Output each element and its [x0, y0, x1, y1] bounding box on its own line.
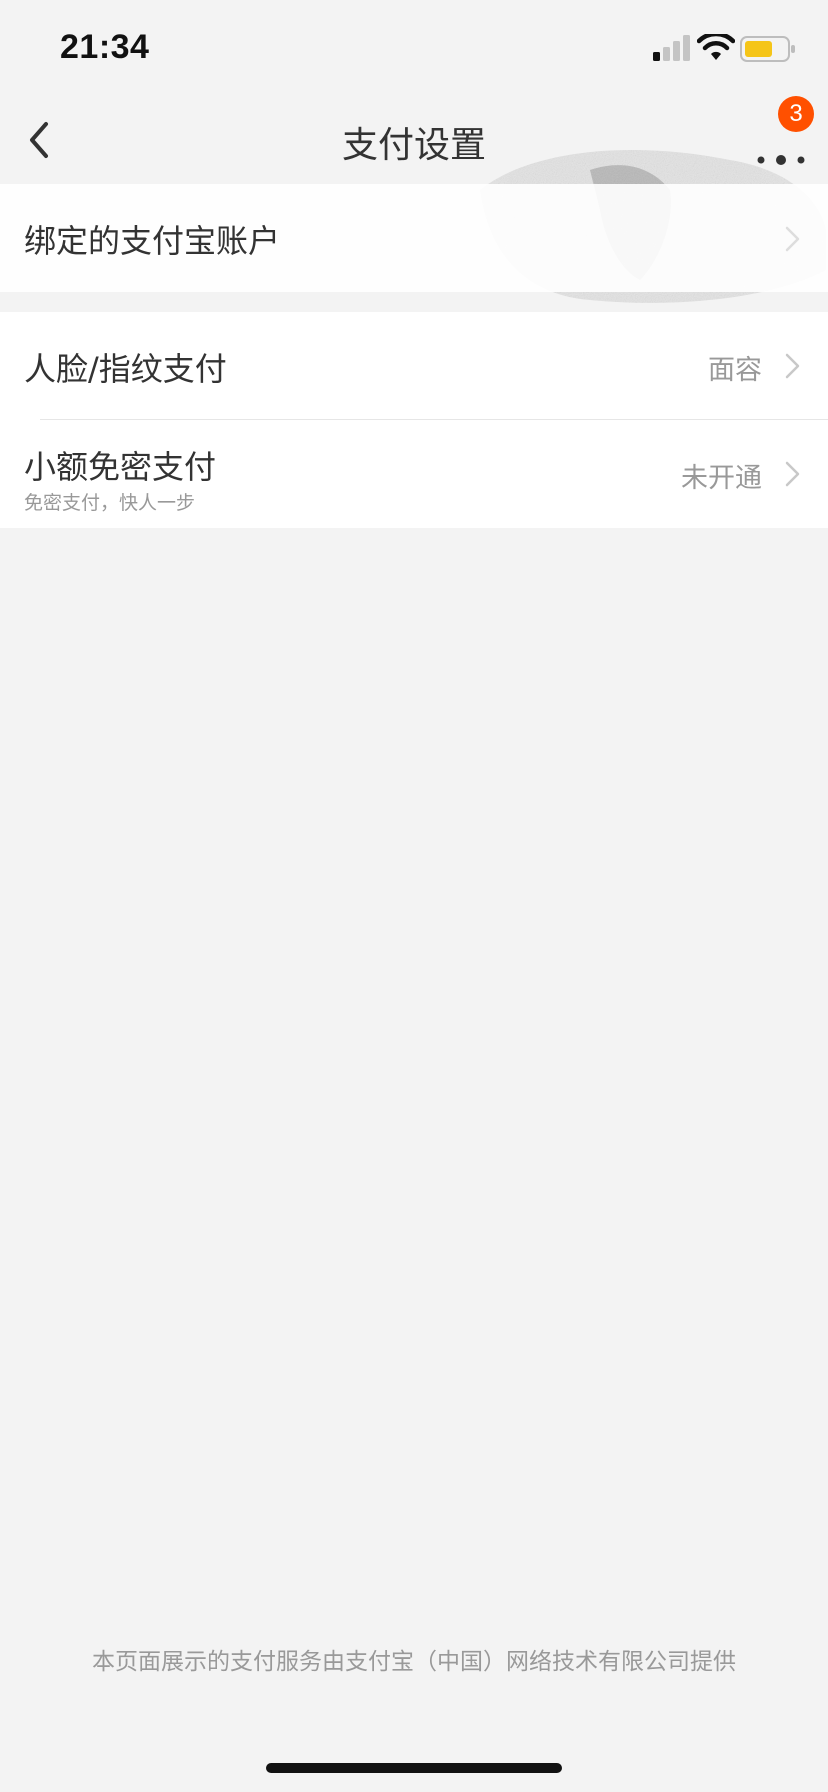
- page-title: 支付设置: [341, 125, 486, 166]
- small-amount-label: 小额免密支付: [24, 448, 217, 486]
- chevron-right-icon: [785, 226, 800, 252]
- account-card: 绑定的支付宝账户: [0, 184, 828, 292]
- small-amount-value: 未开通: [681, 463, 762, 494]
- service-provider-note: 本页面展示的支付服务由支付宝（中国）网络技术有限公司提供: [92, 1649, 736, 1675]
- face-fingerprint-value: 面容: [708, 355, 762, 386]
- chevron-right-icon: [785, 461, 800, 487]
- small-amount-sublabel: 免密支付，快人一步: [24, 492, 196, 514]
- chevron-right-icon: [785, 353, 800, 379]
- navigation-bar: 支付设置: [0, 100, 828, 184]
- status-bar: 21:34: [0, 0, 828, 100]
- notification-badge: 3: [778, 96, 814, 132]
- bound-alipay-account-row[interactable]: 绑定的支付宝账户: [0, 184, 828, 292]
- face-fingerprint-label: 人脸/指纹支付: [24, 350, 227, 388]
- more-dots-icon: [757, 155, 805, 165]
- bound-account-label: 绑定的支付宝账户: [24, 222, 281, 260]
- cellular-signal-icon: [653, 35, 690, 61]
- home-indicator: [266, 1763, 562, 1773]
- face-fingerprint-pay-row[interactable]: 人脸/指纹支付 面容: [0, 312, 828, 420]
- payment-options-card: 人脸/指纹支付 面容 小额免密支付 免密支付，快人一步 未开通: [0, 312, 828, 528]
- status-time: 21:34: [60, 28, 150, 66]
- small-amount-password-free-row[interactable]: 小额免密支付 免密支付，快人一步 未开通: [0, 420, 828, 528]
- wifi-icon: [697, 34, 735, 60]
- battery-icon: [740, 36, 795, 62]
